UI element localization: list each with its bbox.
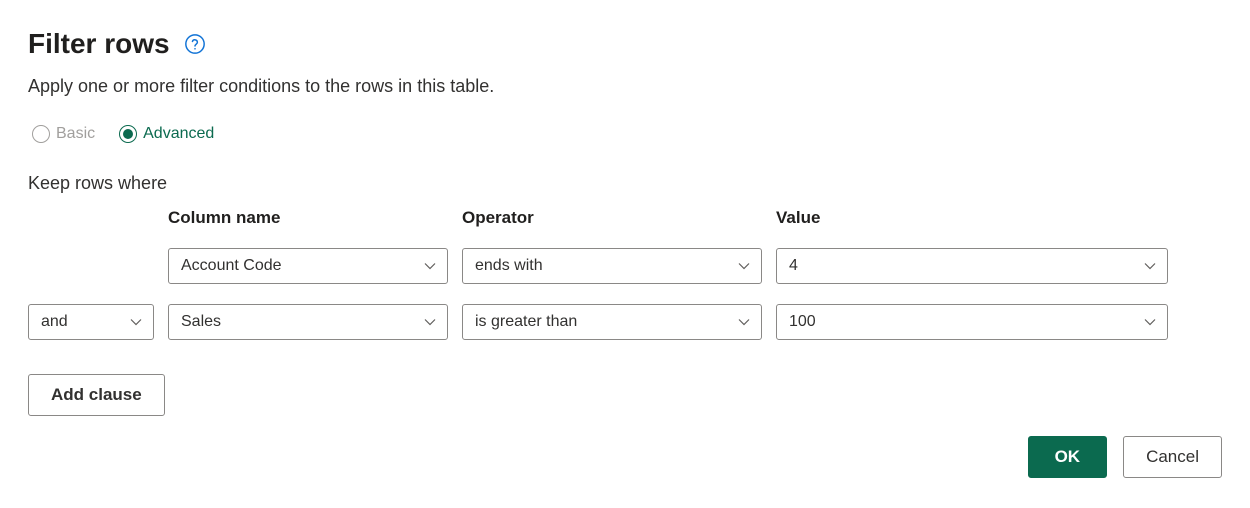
help-icon[interactable] [184, 33, 206, 55]
column-header-value: Value [776, 208, 1168, 228]
clause-operator-select[interactable]: is greater than [462, 304, 762, 340]
clause-value-text: 4 [789, 257, 798, 275]
chevron-down-icon [129, 315, 143, 329]
ok-button[interactable]: OK [1028, 436, 1108, 478]
radio-advanced[interactable]: Advanced [119, 125, 214, 143]
clause-column-value: Account Code [181, 257, 282, 275]
chevron-down-icon [737, 259, 751, 273]
clause-value-text: 100 [789, 313, 816, 331]
radio-basic-label: Basic [56, 125, 95, 143]
chevron-down-icon [1143, 315, 1157, 329]
clause-column-select[interactable]: Account Code [168, 248, 448, 284]
clause-column-value: Sales [181, 313, 221, 331]
clause-conjunction-value: and [41, 313, 68, 331]
clause-conjunction-select[interactable]: and [28, 304, 154, 340]
add-clause-button[interactable]: Add clause [28, 374, 165, 416]
chevron-down-icon [1143, 259, 1157, 273]
cancel-button[interactable]: Cancel [1123, 436, 1222, 478]
radio-circle-icon [32, 125, 50, 143]
radio-basic: Basic [32, 125, 95, 143]
column-header-column-name: Column name [168, 208, 448, 228]
chevron-down-icon [423, 259, 437, 273]
filter-grid: Column name Operator Value Account Code … [28, 208, 1222, 340]
keep-rows-label: Keep rows where [28, 173, 1222, 194]
clause-operator-value: is greater than [475, 313, 577, 331]
radio-circle-icon [119, 125, 137, 143]
column-header-operator: Operator [462, 208, 762, 228]
page-title: Filter rows [28, 28, 170, 60]
page-subtitle: Apply one or more filter conditions to t… [28, 76, 1222, 97]
dialog-footer: OK Cancel [1028, 436, 1222, 478]
mode-radio-group: Basic Advanced [28, 125, 1222, 143]
radio-advanced-label: Advanced [143, 125, 214, 143]
chevron-down-icon [423, 315, 437, 329]
chevron-down-icon [737, 315, 751, 329]
clause-value-select[interactable]: 4 [776, 248, 1168, 284]
clause-value-select[interactable]: 100 [776, 304, 1168, 340]
clause-column-select[interactable]: Sales [168, 304, 448, 340]
clause-operator-value: ends with [475, 257, 543, 275]
clause-operator-select[interactable]: ends with [462, 248, 762, 284]
